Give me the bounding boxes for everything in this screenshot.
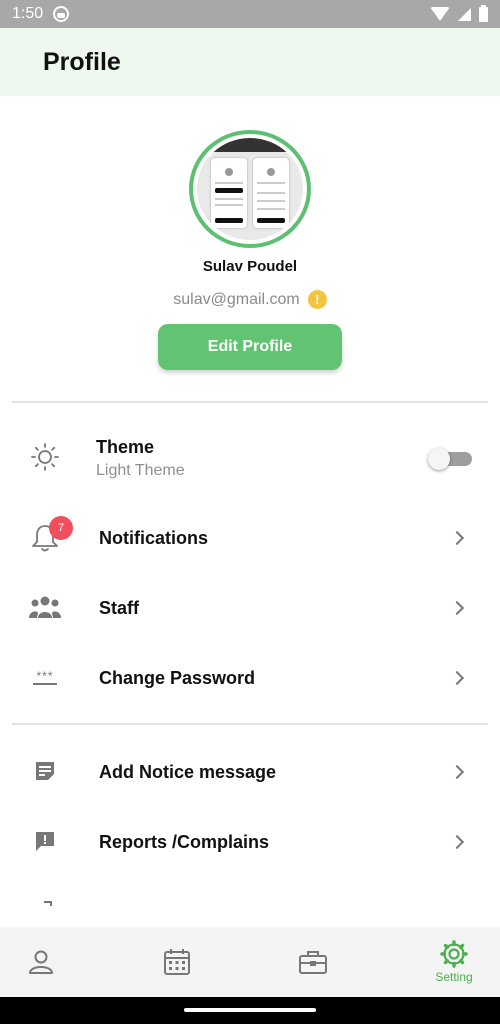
chevron-right-icon <box>449 600 465 616</box>
password-glyph: *** <box>36 669 54 683</box>
app-header: Profile <box>0 28 500 96</box>
user-name: Sulav Poudel <box>202 258 298 275</box>
theme-value: Light Theme <box>96 462 185 479</box>
notifications-label: Notifications <box>99 528 209 548</box>
group-icon <box>28 590 62 624</box>
divider <box>12 723 488 725</box>
report-icon <box>28 824 62 858</box>
signal-icon <box>458 7 471 21</box>
nav-work[interactable] <box>273 927 353 997</box>
home-indicator[interactable] <box>184 1008 316 1012</box>
briefcase-icon <box>299 951 327 974</box>
sun-icon <box>28 440 62 474</box>
reports-label: Reports /Complains <box>99 832 270 852</box>
calendar-icon <box>164 949 190 975</box>
add-notice-row[interactable]: Add Notice message <box>0 742 500 802</box>
status-time: 1:50 <box>12 5 44 22</box>
avatar-image <box>197 138 303 240</box>
change-password-label: Change Password <box>99 668 256 688</box>
divider <box>12 401 488 403</box>
battery-icon <box>479 4 488 22</box>
nav-setting[interactable]: Setting <box>414 927 494 997</box>
theme-label: Theme <box>96 437 155 457</box>
chevron-right-icon <box>449 530 465 546</box>
next-row-icon-partial <box>44 901 52 906</box>
page-title: Profile <box>43 47 121 76</box>
staff-label: Staff <box>99 598 139 618</box>
avatar[interactable] <box>189 130 311 248</box>
notification-badge: 7 <box>49 516 73 540</box>
gesture-bar <box>0 997 500 1024</box>
theme-toggle[interactable] <box>428 448 472 470</box>
notification-status-icon <box>53 6 70 22</box>
chevron-right-icon <box>449 834 465 850</box>
gear-icon <box>440 940 468 968</box>
staff-row[interactable]: Staff <box>0 578 500 638</box>
password-icon: *** <box>28 661 62 695</box>
warning-icon[interactable]: ! <box>307 290 327 309</box>
toggle-knob <box>428 448 450 470</box>
wifi-icon <box>430 7 450 21</box>
note-icon <box>28 754 62 788</box>
status-bar: 1:50 <box>0 0 500 28</box>
chevron-right-icon <box>449 670 465 686</box>
person-icon <box>29 950 53 974</box>
status-icons <box>430 4 488 22</box>
notifications-row[interactable]: Notifications <box>0 508 500 568</box>
edit-profile-button[interactable]: Edit Profile <box>158 324 342 370</box>
nav-profile[interactable] <box>1 927 81 997</box>
add-notice-label: Add Notice message <box>99 762 277 782</box>
chevron-right-icon <box>449 764 465 780</box>
change-password-row[interactable]: *** Change Password <box>0 648 500 708</box>
bottom-nav: Setting <box>0 927 500 997</box>
nav-calendar[interactable] <box>137 927 217 997</box>
nav-setting-label: Setting <box>435 970 473 984</box>
email-row: sulav@gmail.com ! <box>0 290 500 309</box>
user-email: sulav@gmail.com <box>173 290 300 308</box>
screen: 1:50 Profile Sulav Poudel sulav@gmail.co… <box>0 0 500 1024</box>
reports-row[interactable]: Reports /Complains <box>0 812 500 872</box>
theme-row[interactable] <box>0 428 500 486</box>
